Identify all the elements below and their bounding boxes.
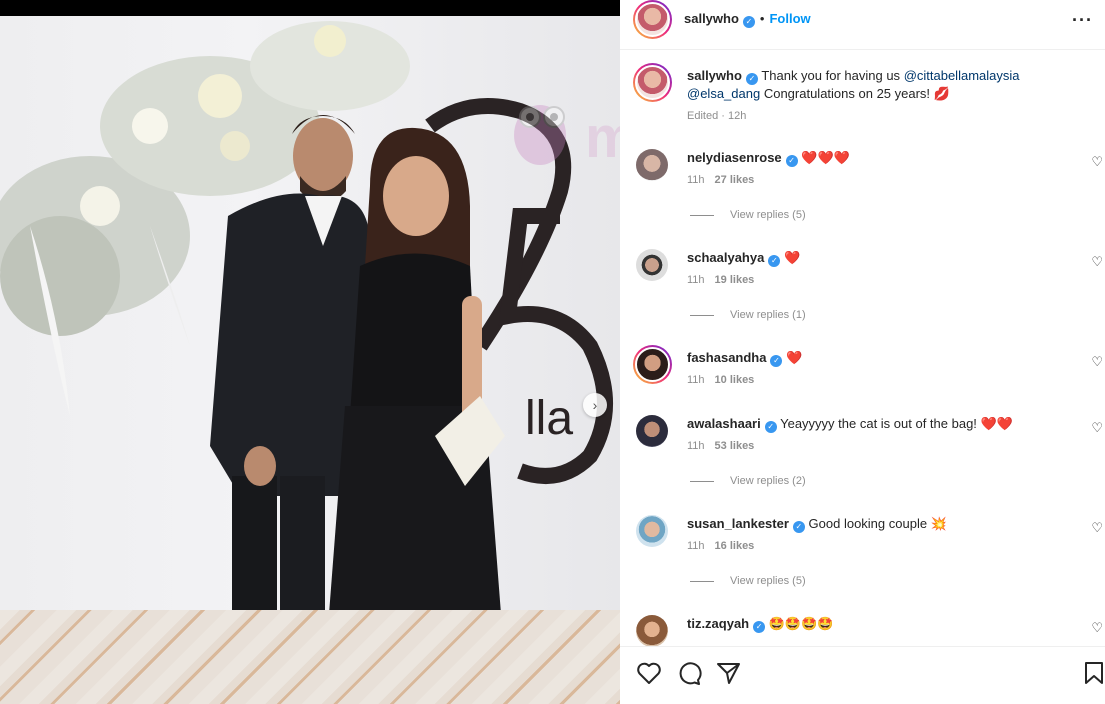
- comment-like-heart-icon[interactable]: ♡: [1091, 154, 1103, 170]
- comment-text: ❤️❤️❤️: [801, 150, 850, 165]
- sign-brand-text: lla: [525, 392, 573, 445]
- comment-username[interactable]: susan_lankester: [687, 516, 789, 531]
- caption-username[interactable]: sallywho: [687, 68, 742, 83]
- photo-illustration: lla: [0, 21, 613, 704]
- caption-text-2: Congratulations on 25 years!: [763, 86, 931, 101]
- comment-username[interactable]: awalashaari: [687, 416, 761, 431]
- post-caption: sallywho ✓ Thank you for having us @citta…: [687, 67, 1087, 103]
- mention-elsa-dang[interactable]: @elsa_dang: [687, 86, 760, 101]
- comment-username[interactable]: schaalyahya: [687, 250, 764, 265]
- comment-text: ❤️: [783, 250, 801, 265]
- verified-badge-icon: ✓: [753, 621, 766, 633]
- caption-text-1: Thank you for having us: [761, 68, 901, 83]
- like-heart-icon[interactable]: [636, 661, 662, 685]
- verified-badge-icon: ✓: [742, 16, 755, 28]
- view-replies-button[interactable]: View replies (2): [690, 475, 806, 487]
- follow-button[interactable]: Follow: [769, 11, 810, 26]
- view-replies-label: View replies (1): [730, 309, 806, 321]
- comment-time: 11h: [687, 174, 705, 186]
- comment-likes[interactable]: 10 likes: [715, 374, 755, 386]
- next-photo-arrow-icon[interactable]: ›: [583, 393, 607, 417]
- photo-carpet: [0, 610, 620, 704]
- view-replies-label: View replies (2): [730, 475, 806, 487]
- mention-cittabella[interactable]: @cittabellamalaysia: [904, 68, 1020, 83]
- post-side-panel: sallywho ✓ • Follow ··· sallywho ✓ Thank you…: [620, 0, 1105, 704]
- comment-time: 11h: [687, 540, 705, 552]
- post-actions-bar: [620, 646, 1105, 704]
- replies-line: [690, 314, 714, 316]
- replies-line: [690, 214, 714, 216]
- commenter-avatar[interactable]: [636, 149, 668, 181]
- author-avatar[interactable]: [633, 0, 672, 39]
- verified-badge-icon: ✓: [792, 521, 805, 533]
- replies-line: [690, 480, 714, 482]
- comment-likes[interactable]: 19 likes: [715, 274, 755, 286]
- comment-username[interactable]: fashasandha: [687, 350, 766, 365]
- comment-bubble-icon[interactable]: [676, 661, 702, 687]
- verified-badge-icon: ✓: [764, 421, 777, 433]
- comment-username[interactable]: tiz.zaqyah: [687, 616, 749, 631]
- view-replies-label: View replies (5): [730, 209, 806, 221]
- verified-badge-icon: ✓: [785, 155, 798, 167]
- post-photo[interactable]: lla ›: [0, 0, 620, 704]
- verified-badge-icon: ✓: [768, 255, 781, 267]
- post-header: sallywho ✓ • Follow ···: [620, 0, 1105, 50]
- view-replies-button[interactable]: View replies (5): [690, 209, 806, 221]
- comment-text: ❤️: [786, 350, 803, 365]
- header-separator: •: [759, 11, 765, 26]
- edited-timestamp: Edited · 12h: [687, 110, 747, 122]
- verified-badge-icon: ✓: [770, 355, 783, 367]
- commenter-avatar[interactable]: [636, 249, 668, 281]
- save-bookmark-icon[interactable]: [1084, 661, 1104, 685]
- comment-text: 🤩🤩🤩🤩: [768, 616, 834, 631]
- replies-line: [690, 580, 714, 582]
- share-send-icon[interactable]: [716, 661, 742, 685]
- caption-avatar[interactable]: [633, 63, 672, 102]
- commenter-avatar[interactable]: [636, 515, 668, 547]
- verified-badge-icon: ✓: [745, 73, 758, 85]
- caption-emoji: 💋: [933, 86, 950, 101]
- view-replies-label: View replies (5): [730, 575, 806, 587]
- comment-time: 11h: [687, 274, 705, 286]
- comment-text: Yeayyyyy the cat is out of the bag! ❤️❤️: [780, 416, 1013, 431]
- comment-text: Good looking couple 💥: [808, 516, 947, 531]
- comment-username[interactable]: nelydiasenrose: [687, 150, 782, 165]
- comment-likes[interactable]: 27 likes: [715, 174, 755, 186]
- comment-likes[interactable]: 53 likes: [715, 440, 755, 452]
- comment-time: 11h: [687, 440, 705, 452]
- comment-like-heart-icon[interactable]: ♡: [1091, 420, 1103, 436]
- commenter-avatar[interactable]: [633, 345, 672, 384]
- commenter-avatar[interactable]: [636, 615, 668, 647]
- view-replies-button[interactable]: View replies (1): [690, 309, 806, 321]
- photo-top-bar: [0, 0, 620, 16]
- comment-time: 11h: [687, 374, 705, 386]
- more-options-icon[interactable]: ···: [1072, 10, 1093, 31]
- comment-like-heart-icon[interactable]: ♡: [1091, 354, 1103, 370]
- author-username[interactable]: sallywho: [684, 11, 739, 26]
- comment-likes[interactable]: 16 likes: [715, 540, 755, 552]
- commenter-avatar[interactable]: [636, 415, 668, 447]
- comment-like-heart-icon[interactable]: ♡: [1091, 254, 1103, 270]
- view-replies-button[interactable]: View replies (5): [690, 575, 806, 587]
- comment-like-heart-icon[interactable]: ♡: [1091, 620, 1103, 636]
- comment-like-heart-icon[interactable]: ♡: [1091, 520, 1103, 536]
